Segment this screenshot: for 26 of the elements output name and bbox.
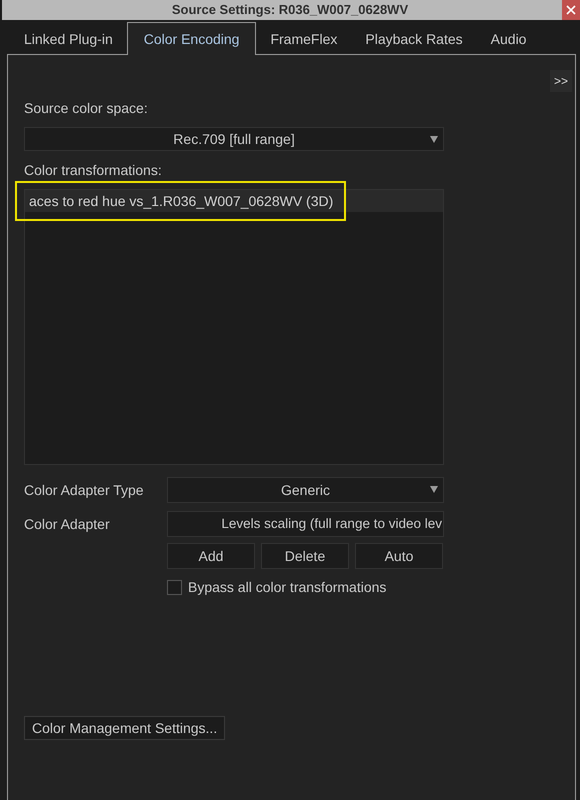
dropdown[interactable]: Generic [167,477,444,503]
close-icon [566,5,576,15]
caret-icon [430,136,438,143]
tab[interactable]: Linked Plug-in [10,24,127,54]
checkbox[interactable] [167,580,182,595]
window-title: Source Settings: R036_W007_0628WV [172,1,408,20]
action-button[interactable]: Add [167,543,255,569]
tab[interactable]: Playback Rates [351,24,477,54]
dropdown[interactable]: Rec.709 [full range] [24,127,444,151]
color-management-button[interactable]: Color Management Settings... [24,716,226,740]
bypass-checkbox[interactable]: Bypass all color transformations [167,577,559,598]
tab[interactable]: FrameFlex [256,24,352,54]
list-item[interactable]: aces to red hue vs_1.R036_W007_0628WV (3D) [25,190,443,212]
caret-icon [430,486,438,493]
tab[interactable]: Color Encoding [126,22,256,55]
action-button[interactable]: Auto [355,543,443,569]
tab[interactable]: Audio [476,24,540,54]
checkbox-label: Bypass all color transformations [188,578,386,597]
field-label: Color Adapter Type [24,480,145,500]
close-button[interactable] [562,0,580,20]
action-button[interactable]: Delete [261,543,349,569]
expand-button[interactable]: >> [550,70,572,92]
adapter-field[interactable]: Levels scaling (full range to video lev [167,511,444,537]
field-label: Color Adapter [24,514,111,534]
field-label: Source color space: [24,99,149,118]
field-label: Color transformations: [24,161,163,180]
